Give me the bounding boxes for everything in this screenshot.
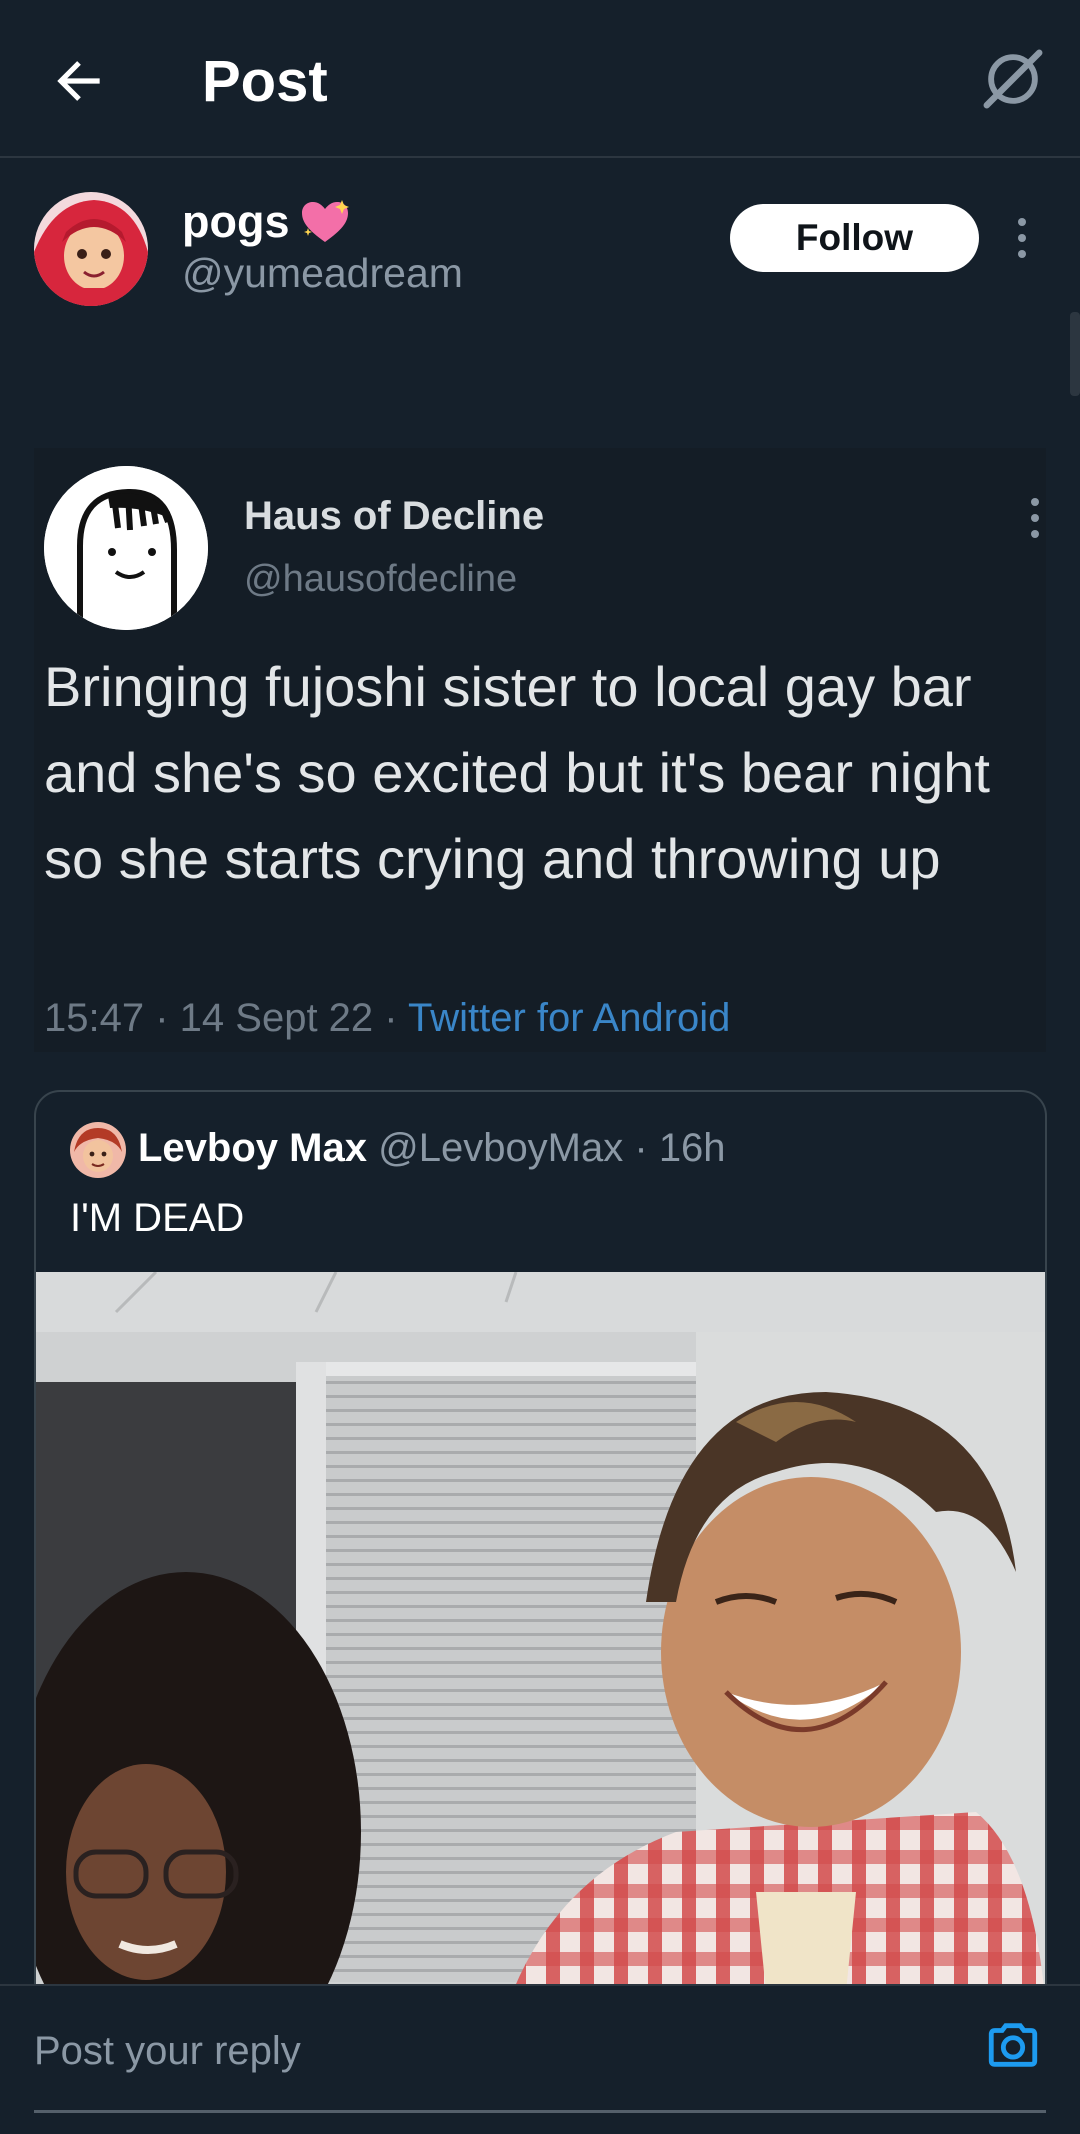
more-options-icon[interactable] — [1010, 216, 1034, 260]
top-bar: Post — [0, 0, 1080, 158]
quote-author-name: Levboy Max — [138, 1126, 367, 1170]
reply-composer — [0, 1984, 1080, 2134]
post-image-tweet-screenshot[interactable]: Haus of Decline @hausofdecline Bringing … — [34, 448, 1046, 1052]
screenshot-time: 15:47 — [44, 996, 145, 1040]
quote-age: 16h — [658, 1126, 726, 1170]
screenshot-more-icon — [1031, 498, 1039, 538]
meta-separator: · — [384, 996, 409, 1040]
meta-separator: · — [634, 1126, 659, 1170]
quote-author-avatar — [70, 1122, 126, 1178]
reply-input-underline — [34, 2110, 1046, 2113]
author-name-text: pogs — [182, 196, 290, 247]
screenshot-author-name: Haus of Decline — [244, 494, 545, 538]
screenshot-tweet-meta: 15:47 · 14 Sept 22 · Twitter for Android — [44, 996, 730, 1041]
back-arrow-icon[interactable] — [48, 50, 110, 112]
meta-separator: · — [155, 996, 180, 1040]
screenshot-author-handle: @hausofdecline — [244, 558, 518, 600]
sparkling-heart-icon — [301, 200, 349, 242]
grok-icon[interactable] — [978, 44, 1048, 114]
quote-text: I'M DEAD — [70, 1196, 245, 1240]
author-handle[interactable]: @yumeadream — [182, 250, 463, 297]
page-title: Post — [202, 49, 328, 114]
screenshot-tweet-text: Bringing fujoshi sister to local gay bar… — [44, 655, 990, 890]
follow-button[interactable]: Follow — [730, 204, 979, 272]
screenshot-date: 14 Sept 22 — [179, 996, 374, 1040]
screenshot-source: Twitter for Android — [408, 996, 731, 1040]
quote-video-thumbnail[interactable] — [36, 1270, 1045, 2088]
reply-input[interactable] — [34, 2018, 964, 2084]
quote-author-handle: @LevboyMax — [378, 1126, 624, 1170]
scrollbar-thumb[interactable] — [1070, 312, 1080, 396]
screenshot-avatar — [44, 466, 208, 630]
quote-header: Levboy Max @LevboyMax · 16h — [138, 1126, 726, 1171]
author-name[interactable]: pogs — [182, 196, 352, 248]
quoted-post-card[interactable]: Levboy Max @LevboyMax · 16h I'M DEAD — [34, 1090, 1047, 2090]
author-avatar[interactable] — [34, 192, 148, 306]
camera-icon[interactable] — [984, 2016, 1042, 2074]
